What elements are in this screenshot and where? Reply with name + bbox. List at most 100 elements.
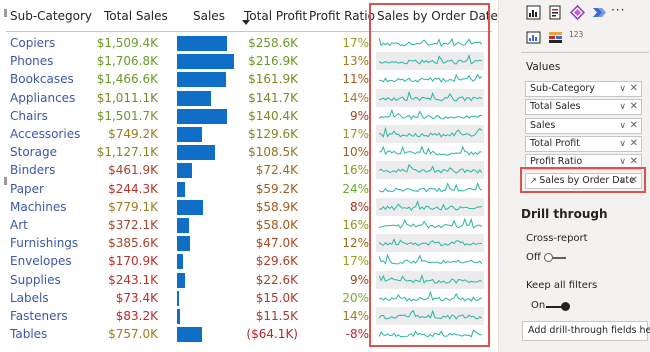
total-sales-cell: $244.3K bbox=[108, 181, 158, 196]
table-visual-icon[interactable] bbox=[526, 5, 541, 20]
resize-handle-left[interactable] bbox=[4, 9, 7, 17]
total-sales-cell: $372.1K bbox=[108, 218, 158, 232]
sub-category-cell: Envelopes bbox=[10, 254, 72, 269]
more-options-icon[interactable]: ··· bbox=[611, 3, 625, 17]
chevron-down-icon[interactable]: ∨ bbox=[619, 137, 626, 151]
cross-report-label: Cross-report bbox=[526, 233, 588, 244]
sub-category-cell: Binders bbox=[10, 163, 56, 178]
cross-report-state: Off bbox=[526, 252, 541, 263]
total-profit-cell: $47.0K bbox=[255, 236, 298, 251]
add-drill-through-fields-box[interactable]: Add drill-through fields here bbox=[522, 321, 650, 341]
sales-bar bbox=[177, 199, 203, 215]
remove-field-icon[interactable]: ✕ bbox=[630, 119, 638, 133]
power-apps-icon[interactable] bbox=[570, 5, 585, 20]
sub-category-cell: Furnishings bbox=[10, 236, 79, 251]
total-profit-cell: $15.0K bbox=[255, 290, 298, 305]
profit-ratio-cell: 14% bbox=[342, 309, 369, 323]
sub-category-cell: Labels bbox=[10, 290, 49, 305]
header-sales[interactable]: Sales bbox=[193, 0, 225, 30]
total-profit-cell: $216.9K bbox=[248, 54, 298, 69]
table-visual: Sub-Category Total Sales Sales Total Pro… bbox=[0, 0, 498, 352]
total-profit-cell: $258.6K bbox=[248, 36, 298, 50]
value-well-item[interactable]: Total Profit ∨ ✕ bbox=[525, 135, 642, 152]
sales-bar bbox=[177, 145, 215, 161]
power-automate-icon[interactable] bbox=[592, 5, 607, 20]
paginated-report-icon[interactable] bbox=[548, 5, 563, 20]
profit-ratio-cell: 17% bbox=[342, 127, 369, 141]
value-well-label: Profit Ratio bbox=[530, 156, 583, 168]
total-profit-cell: $58.0K bbox=[255, 218, 298, 232]
value-well-label: Total Profit bbox=[530, 137, 580, 149]
total-sales-cell: $73.4K bbox=[115, 290, 158, 305]
remove-field-icon[interactable]: ✕ bbox=[630, 82, 638, 96]
highlight-box-sparkline-column bbox=[369, 3, 490, 347]
keep-all-filters-toggle-knob bbox=[561, 302, 570, 311]
total-sales-cell: $385.6K bbox=[108, 236, 158, 251]
sub-category-cell: Copiers bbox=[10, 36, 56, 50]
sales-bar bbox=[177, 72, 226, 88]
sales-bar bbox=[177, 218, 189, 233]
sales-bar bbox=[177, 163, 192, 179]
total-profit-cell: $140.4K bbox=[248, 108, 298, 123]
value-well-item[interactable]: Total Sales ∨ ✕ bbox=[525, 99, 642, 116]
sort-descending-icon[interactable] bbox=[242, 20, 250, 25]
sales-bar bbox=[177, 290, 179, 306]
chevron-down-icon[interactable]: ∨ bbox=[619, 100, 626, 114]
card-123-icon[interactable]: 123 bbox=[569, 30, 583, 39]
sales-bar bbox=[177, 254, 183, 270]
sales-bar bbox=[177, 327, 202, 343]
sales-bar bbox=[177, 90, 211, 106]
total-sales-cell: $1,011.1K bbox=[96, 90, 158, 105]
profit-ratio-cell: 10% bbox=[342, 145, 369, 160]
remove-field-icon[interactable]: ✕ bbox=[630, 100, 638, 114]
visualizations-pane: ··· 123 Values Sub-Category ∨ ✕ Total Sales… bbox=[498, 0, 650, 352]
sub-category-cell: Storage bbox=[10, 145, 57, 160]
sales-bar bbox=[177, 108, 227, 124]
total-sales-cell: $1,706.8K bbox=[96, 54, 158, 69]
header-profit-ratio[interactable]: Profit Ratio bbox=[309, 0, 375, 30]
header-sub-category[interactable]: Sub-Category bbox=[10, 0, 92, 30]
profit-ratio-cell: -8% bbox=[345, 327, 369, 342]
matrix-icon[interactable] bbox=[548, 30, 563, 45]
profit-ratio-cell: 11% bbox=[342, 72, 369, 87]
sub-category-cell: Bookcases bbox=[10, 72, 74, 87]
sales-bar bbox=[177, 54, 234, 70]
profit-ratio-cell: 16% bbox=[342, 218, 369, 232]
value-well-label: Total Sales bbox=[530, 101, 581, 113]
chevron-down-icon[interactable]: ∨ bbox=[619, 82, 626, 96]
chevron-down-icon[interactable]: ∨ bbox=[619, 119, 626, 133]
total-sales-cell: $243.1K bbox=[108, 272, 158, 287]
header-total-sales[interactable]: Total Sales bbox=[104, 0, 168, 30]
total-profit-cell: ($64.1K) bbox=[246, 327, 298, 342]
sub-category-cell: Paper bbox=[10, 181, 44, 196]
sub-category-cell: Tables bbox=[10, 327, 48, 342]
total-profit-cell: $29.6K bbox=[255, 254, 298, 269]
sub-category-cell: Machines bbox=[10, 199, 67, 214]
pane-divider bbox=[521, 52, 649, 53]
value-well-item[interactable]: Sales ∨ ✕ bbox=[525, 117, 642, 134]
total-sales-cell: $461.9K bbox=[108, 163, 158, 178]
total-profit-cell: $11.5K bbox=[255, 309, 298, 323]
total-profit-cell: $58.9K bbox=[255, 199, 298, 214]
total-profit-cell: $59.2K bbox=[255, 181, 298, 196]
profit-ratio-cell: 17% bbox=[342, 36, 369, 50]
highlight-box-sales-by-order-date-well bbox=[520, 167, 646, 193]
total-profit-cell: $72.4K bbox=[255, 163, 298, 178]
key-influencers-icon[interactable] bbox=[526, 30, 541, 45]
sub-category-cell: Fasteners bbox=[10, 309, 68, 323]
sub-category-cell: Accessories bbox=[10, 127, 81, 141]
total-sales-cell: $1,127.1K bbox=[96, 145, 158, 160]
total-profit-cell: $141.7K bbox=[248, 90, 298, 105]
total-profit-cell: $129.6K bbox=[248, 127, 298, 141]
value-well-item[interactable]: Sub-Category ∨ ✕ bbox=[525, 81, 642, 97]
cross-report-toggle-knob bbox=[544, 253, 553, 262]
sales-bar bbox=[177, 36, 227, 51]
header-total-profit[interactable]: Total Profit bbox=[244, 0, 307, 30]
remove-field-icon[interactable]: ✕ bbox=[630, 137, 638, 151]
profit-ratio-cell: 12% bbox=[342, 236, 369, 251]
sales-bar bbox=[177, 181, 185, 197]
sales-bar bbox=[177, 236, 190, 252]
total-profit-cell: $108.5K bbox=[248, 145, 298, 160]
keep-all-filters-state: On bbox=[531, 300, 546, 311]
values-section-title: Values bbox=[526, 61, 561, 73]
